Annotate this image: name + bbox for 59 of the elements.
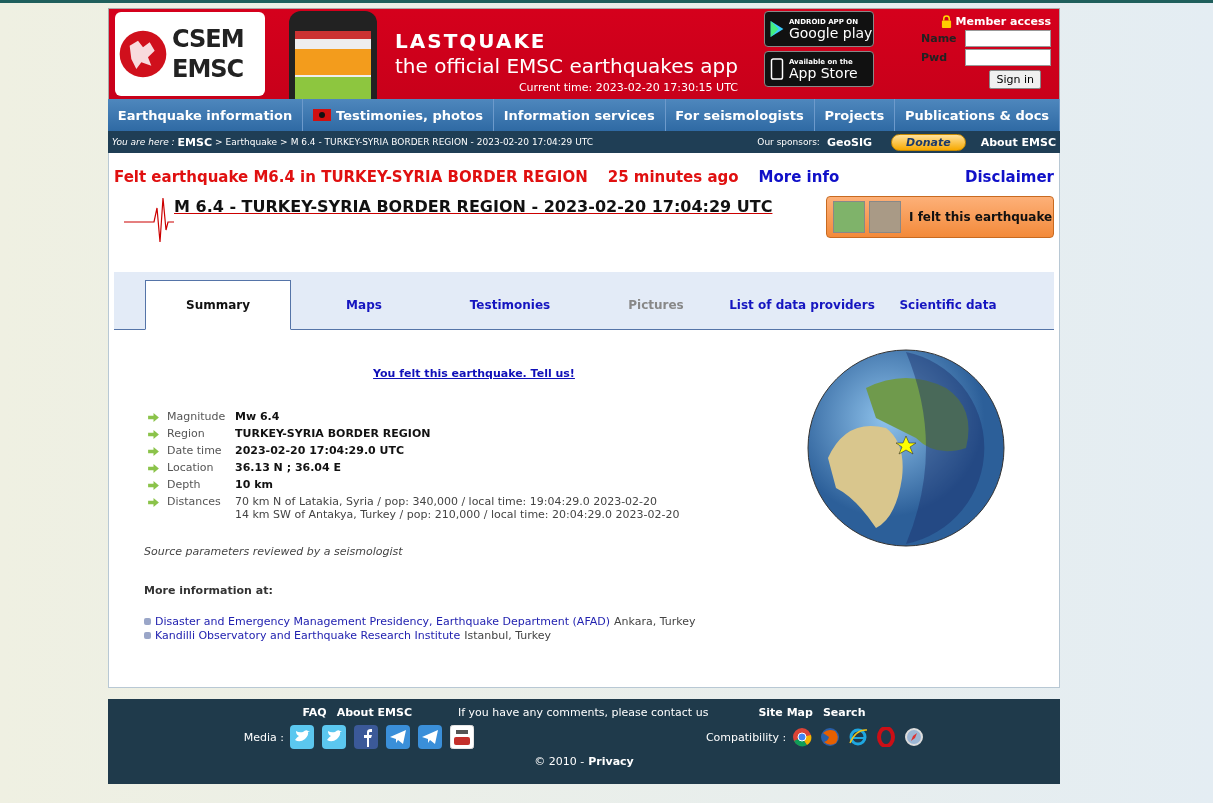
current-time: Current time: 2023-02-20 17:30:15 UTC xyxy=(518,81,738,94)
compatibility-label: Compatibility : xyxy=(705,730,787,744)
parameter-label: Location xyxy=(167,461,215,474)
field-label: Pwd xyxy=(921,51,949,64)
sponsor-link[interactable]: GeoSIG xyxy=(826,135,872,149)
breadcrumb-label: You are here : xyxy=(112,137,175,147)
copyright-text: © 2010 - xyxy=(534,755,585,768)
felt-alert-text: Felt earthquake M6.4 in TURKEY-SYRIA BORDER REGION xyxy=(114,168,588,186)
privacy-link[interactable]: Privacy xyxy=(588,755,634,768)
contact-link[interactable]: If you have any comments, please contact us xyxy=(457,706,709,719)
source-note: Source parameters reviewed by a seismologist xyxy=(144,545,404,558)
disclaimer-link[interactable]: Disclaimer xyxy=(964,168,1054,186)
footer-link[interactable]: Site Map xyxy=(758,706,813,719)
app-title: LASTQUAKE xyxy=(395,29,548,53)
felt-earthquake-button[interactable]: I felt this earthquake xyxy=(826,196,1054,238)
parameter-value: 14 km SW of Antakya, Turkey / pop: 210,000 / local time: 20:04:29.0 2023-02-20 xyxy=(235,508,680,521)
parameter-label: Region xyxy=(167,427,206,440)
app-subtitle: the official EMSC earthquakes app xyxy=(395,54,738,78)
tab[interactable]: Testimonies xyxy=(437,280,583,330)
tab[interactable]: Maps xyxy=(291,280,437,330)
tab[interactable]: Scientific data xyxy=(875,280,1021,330)
parameter-value: TURKEY-SYRIA BORDER REGION xyxy=(235,427,431,440)
parameter-value: Mw 6.4 xyxy=(235,410,280,423)
footer-link[interactable]: About EMSC xyxy=(336,706,412,719)
media-label: Media : xyxy=(243,730,284,744)
parameter-label: Distances xyxy=(167,495,222,508)
parameter-value: 10 km xyxy=(235,478,273,491)
breadcrumb-separator: > xyxy=(280,137,288,147)
member-access-title: Member access xyxy=(955,15,1051,28)
institution-link[interactable]: Kandilli Observatory and Earthquake Research Institute xyxy=(155,629,461,642)
about-link[interactable]: About EMSC xyxy=(980,135,1056,149)
field-label: Name xyxy=(921,32,957,45)
footer-link[interactable]: FAQ xyxy=(302,706,327,719)
parameter-label: Date time xyxy=(167,444,223,457)
logo-text: EMSC xyxy=(172,54,244,84)
parameter-value: 36.13 N ; 36.04 E xyxy=(235,461,342,474)
time-ago: 25 minutes ago xyxy=(607,168,739,186)
institution-link[interactable]: Disaster and Emergency Management Presidency, Earthquake Department (AFAD) xyxy=(155,615,610,628)
breadcrumb-link[interactable]: M 6.4 - TURKEY-SYRIA BORDER REGION - 2023-02-20 17:04:29 UTC xyxy=(290,137,593,147)
more-info-link[interactable]: More info xyxy=(758,168,840,186)
breadcrumb-link[interactable]: Earthquake xyxy=(225,137,278,147)
parameter-value: 70 km N of Latakia, Syria / pop: 340,000 / local time: 19:04:29.0 2023-02-20 xyxy=(235,495,659,508)
footer-link[interactable]: Search xyxy=(822,706,866,719)
parameter-label: Depth xyxy=(167,478,202,491)
event-title: M 6.4 - TURKEY-SYRIA BORDER REGION - 2023-02-20 17:04:29 UTC xyxy=(174,196,774,218)
logo-text: CSEM xyxy=(172,24,244,54)
donate-button[interactable]: Donate xyxy=(891,133,966,151)
parameter-value: 2023-02-20 17:04:29.0 UTC xyxy=(235,444,405,457)
tab[interactable]: List of data providers xyxy=(729,280,875,330)
institution-location: Ankara, Turkey xyxy=(614,615,696,628)
sponsors-label: Our sponsors: xyxy=(757,137,820,147)
tab[interactable]: Summary xyxy=(145,280,291,330)
breadcrumb-link[interactable]: EMSC xyxy=(177,135,213,149)
institution-location: Istanbul, Turkey xyxy=(464,629,551,642)
more-info-heading: More information at: xyxy=(144,584,274,597)
felt-report-link[interactable]: You felt this earthquake. Tell us! xyxy=(144,367,774,380)
parameter-label: Magnitude xyxy=(167,410,227,423)
breadcrumb-separator: > xyxy=(215,137,223,147)
sign-in-button[interactable]: Sign in xyxy=(989,70,1041,89)
